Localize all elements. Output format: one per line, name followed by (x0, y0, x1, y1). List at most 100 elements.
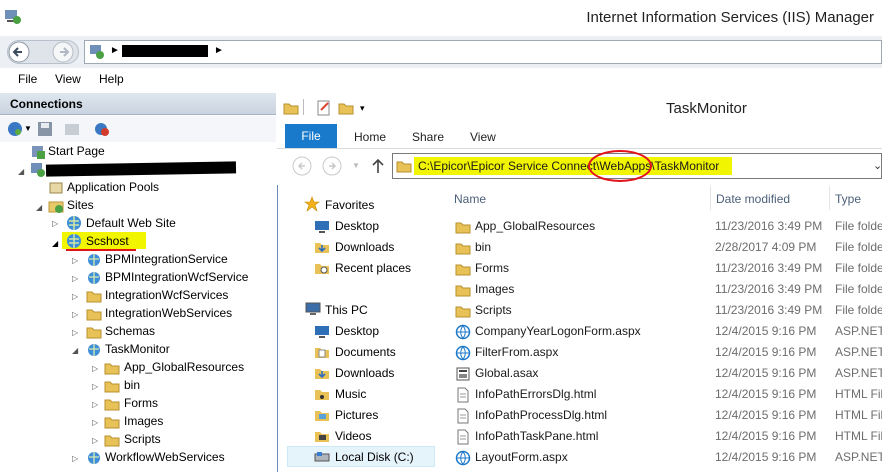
column-date[interactable]: Date modified (716, 192, 790, 206)
tree-label: IntegrationWcfServices (105, 288, 229, 302)
computer-icon (305, 302, 321, 315)
expand-arrow-icon[interactable]: ▷ (72, 256, 78, 265)
up-level-icon[interactable] (64, 121, 80, 137)
tree-label: Application Pools (67, 180, 160, 194)
properties-icon[interactable] (316, 100, 332, 116)
tab-view[interactable]: View (470, 130, 496, 144)
path-text[interactable]: C:\Epicor\Epicor Service Connect\WebApps… (418, 159, 719, 173)
desktop-icon (315, 326, 329, 338)
path-dropdown-icon[interactable]: ⌄ (873, 159, 882, 172)
recent-icon (315, 264, 329, 274)
quick-access-dropdown-icon[interactable]: ▾ (360, 103, 365, 114)
file-row[interactable]: bin 2/28/2017 4:09 PM File folder (437, 237, 882, 258)
column-divider[interactable] (710, 186, 711, 210)
forward-icon[interactable] (52, 41, 74, 63)
file-type: File folder (835, 219, 882, 233)
folder-icon (455, 222, 471, 234)
file-row[interactable]: App_GlobalResources 11/23/2016 3:49 PM Fil… (437, 216, 882, 237)
file-row[interactable]: Scripts 11/23/2016 3:49 PM File folder (437, 300, 882, 321)
tree-label: BPMIntegrationWcfService (105, 270, 249, 284)
file-type: File folder (835, 303, 882, 317)
tree-label: Default Web Site (86, 216, 176, 230)
nav-fav-item[interactable]: Downloads (335, 240, 394, 254)
collapse-arrow-icon[interactable]: ◢ (52, 239, 58, 248)
up-arrow-icon[interactable] (371, 158, 385, 174)
file-type: ASP.NET (835, 366, 882, 380)
folder-icon (86, 309, 102, 321)
expand-arrow-icon[interactable]: ▷ (52, 219, 58, 228)
folder-icon (455, 243, 471, 255)
back-icon[interactable] (292, 156, 312, 176)
html-file-icon (457, 408, 469, 424)
expand-arrow-icon[interactable]: ▷ (92, 400, 98, 409)
videos-icon (315, 432, 329, 442)
disconnect-icon[interactable] (94, 121, 110, 137)
nav-pc-item[interactable]: Desktop (335, 324, 379, 338)
file-row[interactable]: Images 11/23/2016 3:49 PM File folder (437, 279, 882, 300)
file-row[interactable]: FilterFrom.aspx 12/4/2015 9:16 PM ASP.NET (437, 342, 882, 363)
expand-arrow-icon[interactable]: ▷ (92, 382, 98, 391)
expand-arrow-icon[interactable]: ▷ (72, 328, 78, 337)
file-row[interactable]: CompanyYearLogonForm.aspx 12/4/2015 9:16 … (437, 321, 882, 342)
nav-this-pc[interactable]: This PC (325, 303, 368, 317)
file-row[interactable]: Forms 11/23/2016 3:49 PM File folder (437, 258, 882, 279)
file-type: ASP.NET (835, 450, 882, 464)
expand-arrow-icon[interactable]: ▷ (92, 436, 98, 445)
file-name: LayoutForm.aspx (475, 450, 568, 464)
expand-arrow-icon[interactable]: ▷ (72, 274, 78, 283)
globe-icon (67, 234, 81, 248)
column-name[interactable]: Name (454, 192, 486, 206)
file-date: 11/23/2016 3:49 PM (715, 261, 823, 275)
column-divider[interactable] (829, 186, 830, 210)
expand-arrow-icon[interactable]: ▷ (72, 454, 78, 463)
nav-pc-item[interactable]: Music (335, 387, 366, 401)
column-type[interactable]: Type (835, 192, 861, 206)
menu-help[interactable]: Help (99, 72, 124, 86)
menu-file[interactable]: File (18, 72, 37, 86)
new-folder-icon[interactable] (338, 100, 354, 116)
file-row[interactable]: InfoPathProcessDlg.html 12/4/2015 9:16 PM… (437, 405, 882, 426)
back-icon[interactable] (8, 41, 30, 63)
nav-pc-item[interactable]: Pictures (335, 408, 378, 422)
downloads-icon (315, 369, 329, 379)
collapse-arrow-icon[interactable]: ◢ (18, 167, 24, 176)
file-row[interactable]: LayoutForm.aspx 12/4/2015 9:16 PM ASP.NET (437, 447, 882, 468)
expand-arrow-icon[interactable]: ▷ (72, 310, 78, 319)
nav-pc-item[interactable]: Local Disk (C:) (335, 450, 414, 464)
downloads-icon (315, 243, 329, 253)
folder-icon (104, 363, 120, 375)
file-name: InfoPathErrorsDlg.html (475, 387, 597, 401)
file-row[interactable]: InfoPathTaskPane.html 12/4/2015 9:16 PM HT… (437, 426, 882, 447)
dropdown-arrow-icon[interactable]: ▼ (24, 124, 32, 133)
expand-arrow-icon[interactable]: ▷ (92, 364, 98, 373)
tab-home[interactable]: Home (354, 130, 386, 144)
breadcrumb-arrow-icon[interactable]: ► (214, 45, 224, 56)
nav-fav-item[interactable]: Desktop (335, 219, 379, 233)
tree-label: App_GlobalResources (124, 360, 245, 374)
forward-icon[interactable] (322, 156, 342, 176)
expand-arrow-icon[interactable]: ▷ (72, 292, 78, 301)
menu-view[interactable]: View (55, 72, 81, 86)
file-date: 11/23/2016 3:49 PM (715, 303, 823, 317)
file-row[interactable]: InfoPathErrorsDlg.html 12/4/2015 9:16 PM H… (437, 384, 882, 405)
breadcrumb-arrow-icon[interactable]: ► (110, 45, 120, 56)
nav-pc-item[interactable]: Videos (335, 429, 371, 443)
file-row[interactable]: Global.asax 12/4/2015 9:16 PM ASP.NET (437, 363, 882, 384)
connect-icon[interactable] (7, 121, 23, 137)
tree-label: Schemas (105, 324, 156, 338)
file-name: CompanyYearLogonForm.aspx (475, 324, 641, 338)
nav-favorites[interactable]: Favorites (325, 198, 374, 212)
expand-arrow-icon[interactable]: ▷ (92, 418, 98, 427)
collapse-arrow-icon[interactable]: ◢ (36, 203, 42, 212)
collapse-arrow-icon[interactable]: ◢ (72, 346, 78, 355)
file-name: Global.asax (475, 366, 539, 380)
tab-file[interactable]: File (285, 124, 337, 148)
tab-share[interactable]: Share (412, 130, 444, 144)
save-icon[interactable] (37, 121, 53, 137)
nav-pc-item[interactable]: Downloads (335, 366, 394, 380)
folder-icon (86, 291, 102, 303)
nav-fav-item[interactable]: Recent places (335, 261, 411, 275)
nav-pc-item[interactable]: Documents (335, 345, 396, 359)
recent-dropdown-icon[interactable]: ▼ (352, 161, 360, 170)
web-app-icon (88, 254, 100, 266)
